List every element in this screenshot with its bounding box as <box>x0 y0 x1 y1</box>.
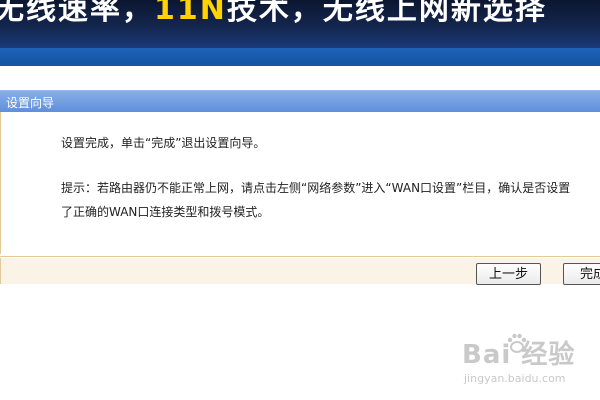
wizard-header: 设置向导 <box>0 90 600 112</box>
footer-divider <box>0 256 600 257</box>
baidu-paw-icon <box>507 333 527 353</box>
top-banner: 无线速率，11N技术，无线上网新选择 <box>0 0 600 48</box>
finish-button[interactable]: 完成 <box>563 263 600 285</box>
complete-message: 设置完成，单击“完成”退出设置向导。 <box>61 136 266 150</box>
wizard-title: 设置向导 <box>6 96 55 110</box>
back-button[interactable]: 上一步 <box>476 263 541 285</box>
banner-stripe <box>0 48 600 66</box>
hint-message: 提示：若路由器仍不能正常上网，请点击左侧“网络参数”进入“WAN口设置”栏目，确… <box>61 181 571 219</box>
wizard-panel: 设置向导 设置完成，单击“完成”退出设置向导。 提示：若路由器仍不能正常上网，请… <box>0 90 600 286</box>
banner-text-before: 无线速率， <box>0 0 154 27</box>
banner-slogan: 无线速率，11N技术，无线上网新选择 <box>0 0 547 28</box>
banner-text-highlight: 11N <box>154 0 227 27</box>
watermark: Bai 经验 jingyan.baidu.com <box>462 333 592 394</box>
wizard-body: 设置完成，单击“完成”退出设置向导。 提示：若路由器仍不能正常上网，请点击左侧“… <box>0 112 600 254</box>
watermark-url: jingyan.baidu.com <box>464 372 566 385</box>
banner-text-after: 技术，无线上网新选择 <box>226 0 547 27</box>
